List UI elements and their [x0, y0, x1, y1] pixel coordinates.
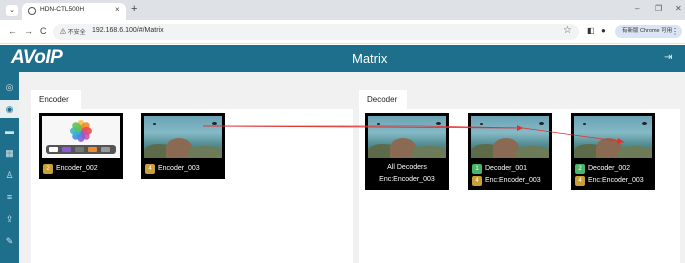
fish-icon	[642, 122, 647, 125]
grid-icon[interactable]: ▦	[0, 144, 19, 162]
all-decoders-tile[interactable]: All Decoders Enc:Encoder_003	[365, 113, 449, 190]
decoder-source: Enc:Encoder_003	[485, 177, 541, 184]
tab-title: HDN-CTL500H	[40, 6, 85, 13]
decoder-id-badge: 2	[575, 164, 585, 174]
encoder-name: Encoder_003	[158, 165, 200, 172]
avoip-logo: AVoIP	[11, 47, 63, 68]
chrome-update-button[interactable]: 有新版 Chrome 可用 ⋮	[615, 25, 682, 38]
tab-close-icon[interactable]: ×	[115, 5, 120, 14]
decoder-tab-label: Decoder	[367, 95, 398, 104]
encoder-id-badge: 4	[145, 164, 155, 174]
encoder-tile[interactable]: 4 Encoder_003	[141, 113, 225, 179]
update-label: 有新版 Chrome 可用	[622, 28, 673, 34]
sidebar: ◎ ◉ ▬ ▦ ♙ ≡ ⇪ ✎	[0, 72, 19, 263]
encoder-name: Encoder_002	[56, 165, 98, 172]
side-panel-icon[interactable]: ◧	[587, 26, 595, 35]
encoder-panel: 2 Encoder_002 4 Encoder_003	[31, 109, 353, 263]
decoder-preview	[574, 116, 652, 158]
not-secure-indicator[interactable]: ⚠ 不安全	[60, 27, 86, 36]
close-window-icon[interactable]: ✕	[675, 4, 682, 13]
browser-menu-icon[interactable]: ⋮	[671, 25, 679, 38]
address-bar[interactable]: ⚠ 不安全 192.168.6.100/#/Matrix ☆	[53, 24, 579, 40]
app-header: AVoIP Matrix ⇥	[0, 45, 685, 72]
source-encoder-badge: 4	[575, 176, 585, 186]
stack-icon[interactable]: ▬	[0, 122, 19, 140]
decoder-name: Decoder_002	[588, 165, 631, 172]
sliders-icon[interactable]: ≡	[0, 188, 19, 206]
decoder-tile[interactable]: 1 Decoder_001 4 Enc:Encoder_003	[468, 113, 552, 190]
target-icon[interactable]: ◉	[0, 100, 19, 118]
tab-decoder[interactable]: Decoder	[359, 90, 407, 109]
forward-button[interactable]: →	[24, 26, 33, 36]
encoder-tab-label: Encoder	[39, 95, 69, 104]
encoder-preview	[144, 116, 222, 158]
browser-window: ⌄ HDN-CTL500H × + – ❐ ✕ ← → C ⚠ 不安全 192.…	[0, 0, 685, 263]
fish-icon	[212, 122, 217, 125]
encoder-id-badge: 2	[43, 164, 53, 174]
reload-button[interactable]: C	[40, 26, 47, 36]
decoder-source: Enc:Encoder_003	[588, 177, 644, 184]
back-button[interactable]: ←	[8, 26, 17, 36]
new-tab-button[interactable]: +	[131, 3, 137, 15]
tab-encoder[interactable]: Encoder	[31, 90, 81, 109]
url-text[interactable]: 192.168.6.100/#/Matrix	[92, 27, 164, 34]
logout-icon[interactable]: ⇥	[664, 52, 672, 63]
decoder-source: Enc:Encoder_003	[379, 176, 435, 183]
bookmark-star-icon[interactable]: ☆	[563, 25, 572, 36]
decoder-name: Decoder_001	[485, 165, 528, 172]
page-title: Matrix	[352, 51, 388, 66]
fish-icon	[539, 122, 544, 125]
decoder-preview	[471, 116, 549, 158]
browser-toolbar: ← → C ⚠ 不安全 192.168.6.100/#/Matrix ☆ ◧ ●…	[0, 20, 685, 44]
decoder-id-badge: 1	[472, 164, 482, 174]
wrench-icon[interactable]: ✎	[0, 232, 19, 250]
tab-search-icon[interactable]: ⌄	[6, 5, 18, 16]
decoder-name: All Decoders	[387, 164, 427, 171]
maximize-icon[interactable]: ❐	[655, 4, 662, 13]
user-icon[interactable]: ♙	[0, 166, 19, 184]
minimize-icon[interactable]: –	[635, 4, 639, 13]
matrix-content: Encoder 2 Encoder_002 4 Encoder_003 Deco…	[19, 72, 685, 263]
app-strip	[46, 145, 116, 154]
upload-icon[interactable]: ⇪	[0, 210, 19, 228]
decoder-panel: All Decoders Enc:Encoder_003 1 Decoder_0…	[359, 109, 680, 263]
browser-tab[interactable]: HDN-CTL500H ×	[22, 3, 126, 20]
favicon-icon	[28, 7, 36, 15]
profile-icon[interactable]: ●	[601, 26, 606, 35]
browser-tabstrip: ⌄ HDN-CTL500H × + – ❐ ✕	[0, 0, 685, 20]
decoder-preview	[368, 116, 446, 158]
fish-icon	[436, 122, 441, 125]
layers-icon[interactable]: ◎	[0, 78, 19, 96]
source-encoder-badge: 4	[472, 176, 482, 186]
encoder-tile[interactable]: 2 Encoder_002	[39, 113, 123, 179]
decoder-tile[interactable]: 2 Decoder_002 4 Enc:Encoder_003	[571, 113, 655, 190]
photos-app-icon	[70, 120, 92, 142]
encoder-preview	[42, 116, 120, 158]
